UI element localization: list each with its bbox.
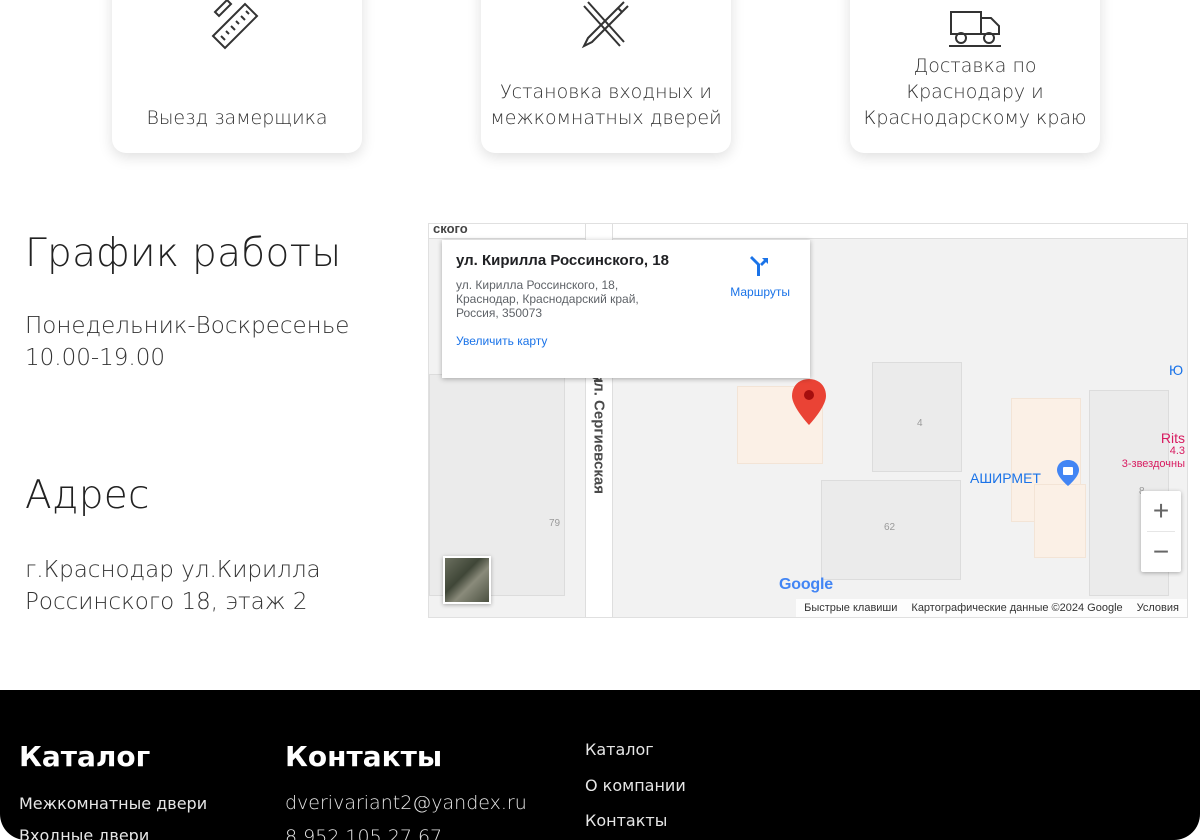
satellite-toggle-thumbnail[interactable]: [443, 556, 491, 604]
map-data-text: Картографические данные ©2024 Google: [911, 602, 1123, 614]
enlarge-map-link[interactable]: Увеличить карту: [456, 334, 796, 348]
footer-catalog-title: Каталог: [19, 740, 151, 773]
map-poi-ashirmet[interactable]: АШИРМЕТ: [970, 470, 1041, 486]
delivery-truck-icon: [943, 0, 1007, 61]
map-street-label: ул. Сергиевская: [590, 374, 608, 494]
map-building: [872, 362, 962, 472]
service-card-measure: Выезд замерщика: [112, 0, 362, 153]
map-pin-icon[interactable]: [792, 379, 826, 430]
map-house-number: 4: [917, 418, 923, 429]
map-house-number: 79: [549, 518, 561, 529]
zoom-in-button[interactable]: +: [1141, 491, 1181, 531]
map-street-label: ского: [433, 223, 468, 236]
footer-contacts-title: Контакты: [285, 740, 443, 773]
ruler-pencil-icon: [205, 0, 269, 61]
address-title: Адрес: [25, 473, 150, 518]
footer: Каталог Межкомнатные двери Входные двери…: [0, 690, 1200, 840]
footer-nav-contacts[interactable]: Контакты: [585, 811, 667, 830]
shopping-bag-icon: [1057, 460, 1079, 491]
directions-label: Маршруты: [730, 285, 790, 299]
map-attribution: Быстрые клавиши Картографические данные …: [796, 599, 1187, 617]
directions-button[interactable]: Маршруты: [730, 254, 790, 299]
footer-phone[interactable]: 8 952 105 27 67: [285, 826, 442, 840]
terms-link[interactable]: Условия: [1137, 602, 1179, 614]
google-logo: Google: [779, 576, 833, 593]
map-house-number: 62: [884, 522, 896, 533]
service-label: Выезд замерщика: [146, 107, 328, 129]
address-text: г.Краснодар ул.Кирилла Россинского 18, э…: [25, 557, 321, 615]
keyboard-shortcuts-link[interactable]: Быстрые клавиши: [804, 602, 897, 614]
tools-icon: [574, 0, 638, 61]
poi-rating: 4.3: [1169, 445, 1185, 457]
map-building: [1034, 484, 1086, 558]
map-zoom-control[interactable]: + −: [1141, 491, 1181, 572]
service-label: Доставка по Краснодару и Краснодарскому …: [863, 55, 1087, 129]
footer-nav-about[interactable]: О компании: [585, 776, 686, 795]
zoom-out-button[interactable]: −: [1141, 532, 1181, 572]
footer-nav-catalog[interactable]: Каталог: [585, 740, 654, 759]
popup-address: ул. Кирилла Россинского, 18, Краснодар, …: [456, 278, 639, 320]
map-street-top: ского: [429, 223, 1187, 239]
map-poi-rits[interactable]: Rits 4.3 3-звездочны: [1121, 430, 1185, 471]
footer-email[interactable]: dverivariant2@yandex.ru: [285, 792, 527, 814]
service-label: Установка входных и межкомнатных дверей: [490, 81, 722, 129]
service-card-installation: Установка входных и межкомнатных дверей: [481, 0, 731, 153]
footer-catalog-item[interactable]: Межкомнатные двери: [19, 794, 207, 813]
service-card-delivery: Доставка по Краснодару и Краснодарскому …: [850, 0, 1100, 153]
schedule-text: Понедельник-Воскресенье 10.00-19.00: [25, 313, 350, 371]
poi-description: 3-звездочны: [1121, 458, 1185, 470]
schedule-title: График работы: [25, 231, 342, 276]
google-map[interactable]: ского 79 ул. Сергиевская ая 4 62 8 Ю АШИ…: [428, 223, 1188, 618]
footer-catalog-item[interactable]: Входные двери: [19, 826, 149, 840]
map-poi-label[interactable]: Ю: [1169, 362, 1183, 378]
map-info-popup: ул. Кирилла Россинского, 18 ул. Кирилла …: [442, 240, 810, 378]
poi-name: Rits: [1160, 430, 1185, 446]
directions-icon: [748, 256, 772, 282]
